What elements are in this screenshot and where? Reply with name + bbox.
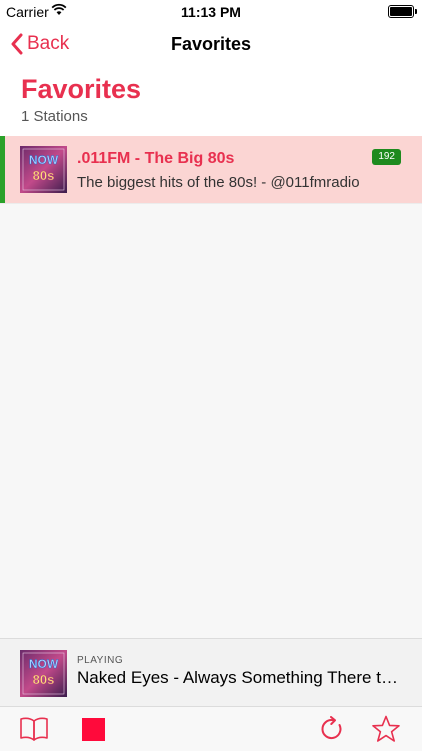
- now-playing-artwork: NOW 80s: [20, 650, 67, 697]
- book-icon: [20, 717, 48, 741]
- battery-icon: [388, 5, 417, 18]
- station-count: 1 Stations: [21, 108, 88, 125]
- playing-label: PLAYING: [77, 655, 124, 666]
- bitrate-badge: 192: [372, 149, 401, 165]
- status-bar: Carrier 11:13 PM: [0, 0, 422, 22]
- station-list: NOW 80s .011FM - The Big 80s The biggest…: [0, 136, 422, 204]
- track-title: Naked Eyes - Always Something There to R…: [77, 668, 407, 687]
- favorite-button[interactable]: [371, 715, 401, 743]
- stop-button[interactable]: [78, 715, 108, 743]
- navigation-bar: Back Favorites: [0, 22, 422, 66]
- artwork-text-top: NOW: [29, 657, 59, 671]
- artwork-text-bottom: 80s: [33, 168, 55, 183]
- artwork-text-bottom: 80s: [33, 672, 55, 687]
- station-name: .011FM - The Big 80s: [77, 150, 235, 167]
- page-title: Favorites: [21, 74, 142, 104]
- artwork-text-top: NOW: [29, 153, 59, 167]
- page-header: Favorites 1 Stations: [0, 66, 422, 136]
- station-description: The biggest hits of the 80s! - @011fmrad…: [77, 174, 360, 191]
- book-button[interactable]: [19, 715, 49, 743]
- refresh-button[interactable]: [317, 715, 347, 743]
- toolbar: [0, 706, 422, 751]
- now-playing-bar[interactable]: NOW 80s PLAYING Naked Eyes - Always Some…: [0, 638, 422, 707]
- refresh-icon: [321, 716, 342, 740]
- star-icon: [372, 715, 400, 742]
- stop-icon: [81, 717, 105, 741]
- nav-title: Favorites: [170, 34, 252, 54]
- playing-indicator: [0, 136, 5, 203]
- clock: 11:13 PM: [181, 4, 241, 20]
- station-artwork: NOW 80s: [20, 146, 67, 193]
- station-row[interactable]: NOW 80s .011FM - The Big 80s The biggest…: [0, 136, 422, 204]
